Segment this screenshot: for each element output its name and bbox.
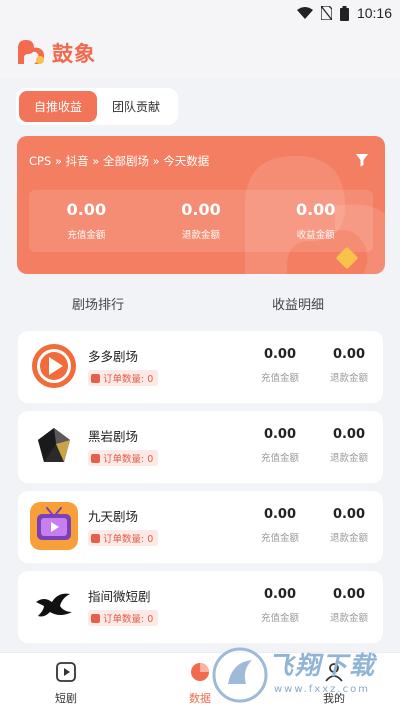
theater-name: 黑岩剧场 [88, 429, 139, 444]
tab-revenue-details[interactable]: 收益明细 [272, 294, 324, 313]
recharge-label: 充值金额 [260, 613, 299, 624]
app-name: 鼓象 [52, 42, 96, 66]
order-count: 订单数量: 0 [103, 374, 154, 385]
recharge-label: 充值金额 [260, 373, 299, 384]
theater-name: 指间微短剧 [88, 589, 151, 604]
section-tabs: 剧场排行 收益明细 [0, 294, 400, 318]
status-time: 10:16 [356, 5, 392, 21]
stat-label: 收益金额 [296, 230, 335, 241]
order-icon [91, 373, 100, 383]
recharge-value: 0.00 [263, 427, 297, 442]
theater-card[interactable]: 黑岩剧场 订单数量: 0 0.00 充值金额 0.00 退款金额 [18, 411, 383, 483]
site-watermark: 飞翔下载 www.fxxz.com [210, 640, 400, 711]
order-count-badge: 订单数量: 0 [88, 450, 159, 466]
refund-label: 退款金额 [329, 613, 368, 624]
stat-value: 0.00 [181, 200, 221, 219]
watermark-url: www.fxxz.com [274, 684, 370, 695]
filter-icon[interactable] [355, 153, 369, 167]
order-icon [91, 533, 100, 543]
tab-theater-ranking[interactable]: 剧场排行 [72, 294, 124, 313]
recharge-value: 0.00 [263, 507, 297, 522]
refund-value: 0.00 [332, 347, 366, 362]
stat-value: 0.00 [295, 200, 336, 219]
jiutian-tv-logo-icon [30, 502, 78, 550]
watermark-logo-icon [212, 647, 268, 703]
black-rock-logo-icon [38, 428, 70, 462]
battery-icon [339, 5, 349, 21]
no-sim-icon [320, 6, 332, 20]
order-count: 订单数量: 0 [103, 534, 154, 545]
filter-breadcrumb[interactable]: CPS » 抖音 » 全部剧场 » 今天数据 [29, 153, 209, 169]
order-icon [91, 613, 100, 623]
stat-earnings: 0.00 收益金额 [258, 190, 373, 252]
recharge-column: 0.00 充值金额 [250, 427, 310, 464]
theater-name: 九天剧场 [88, 509, 139, 524]
stat-label: 充值金额 [67, 230, 106, 241]
revenue-tabs: 自推收益 团队贡献 [16, 88, 178, 125]
duoduo-play-logo-icon [32, 344, 76, 388]
nav-label: 短剧 [55, 692, 77, 705]
recharge-label: 充值金额 [260, 533, 299, 544]
recharge-column: 0.00 充值金额 [250, 587, 310, 624]
order-count: 订单数量: 0 [103, 454, 154, 465]
nav-short-drama[interactable]: 短剧 [36, 661, 96, 706]
watermark-text: 飞翔下载 [268, 651, 377, 680]
order-count: 订单数量: 0 [103, 614, 154, 625]
wifi-icon [296, 7, 313, 19]
pie-chart-icon [191, 663, 209, 681]
theater-card[interactable]: 九天剧场 订单数量: 0 0.00 充值金额 0.00 退款金额 [18, 491, 383, 563]
recharge-column: 0.00 充值金额 [250, 347, 310, 384]
tab-self-revenue[interactable]: 自推收益 [19, 91, 97, 122]
stat-value: 0.00 [66, 200, 107, 219]
recharge-column: 0.00 充值金额 [250, 507, 310, 544]
recharge-value: 0.00 [263, 347, 297, 362]
summary-card: CPS » 抖音 » 全部剧场 » 今天数据 0.00 充值金额 0.00 退款… [17, 136, 385, 274]
theater-card[interactable]: 多多剧场 订单数量: 0 0.00 充值金额 0.00 退款金额 [18, 331, 383, 403]
play-icon [56, 662, 76, 682]
order-count-badge: 订单数量: 0 [88, 370, 159, 386]
refund-column: 0.00 退款金额 [319, 427, 379, 464]
refund-label: 退款金额 [329, 373, 368, 384]
status-bar: 10:16 [0, 0, 400, 28]
refund-value: 0.00 [332, 587, 366, 602]
stat-refund: 0.00 退款金额 [144, 190, 259, 252]
stat-recharge: 0.00 充值金额 [29, 190, 144, 252]
order-count-badge: 订单数量: 0 [88, 530, 159, 546]
recharge-label: 充值金额 [260, 453, 299, 464]
refund-value: 0.00 [332, 507, 366, 522]
bird-logo-icon [36, 593, 72, 617]
tab-team-contribution[interactable]: 团队贡献 [97, 91, 175, 122]
elephant-logo-icon [18, 40, 45, 64]
theater-name: 多多剧场 [88, 349, 139, 364]
refund-column: 0.00 退款金额 [319, 587, 379, 624]
theater-card[interactable]: 指间微短剧 订单数量: 0 0.00 充值金额 0.00 退款金额 [18, 571, 383, 643]
refund-label: 退款金额 [329, 453, 368, 464]
summary-stats: 0.00 充值金额 0.00 退款金额 0.00 收益金额 [29, 190, 373, 252]
stat-label: 退款金额 [182, 230, 221, 241]
order-count-badge: 订单数量: 0 [88, 610, 159, 626]
refund-value: 0.00 [332, 427, 366, 442]
refund-column: 0.00 退款金额 [319, 347, 379, 384]
recharge-value: 0.00 [263, 587, 297, 602]
order-icon [91, 453, 100, 463]
app-header: 鼓象 [0, 28, 400, 78]
refund-label: 退款金额 [329, 533, 368, 544]
refund-column: 0.00 退款金额 [319, 507, 379, 544]
